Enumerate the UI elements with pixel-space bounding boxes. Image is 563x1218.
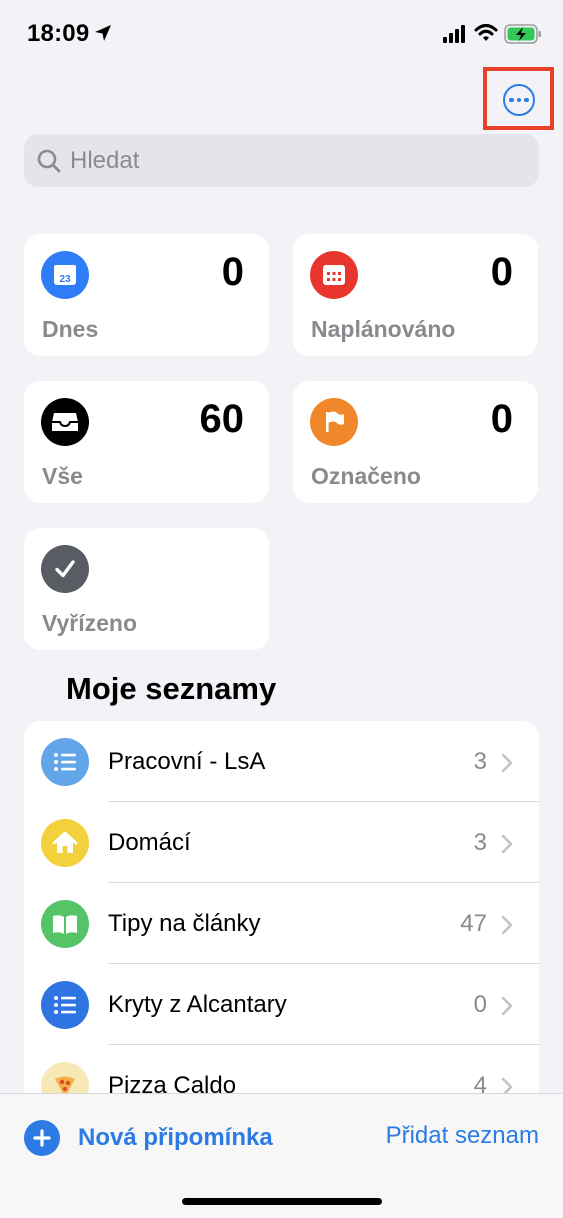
location-arrow-icon	[95, 25, 111, 41]
chevron-right-icon	[501, 834, 513, 854]
calendar-grid-icon	[310, 251, 358, 299]
calendar-date-text: 23	[59, 274, 71, 285]
smart-list-completed[interactable]: Vyřízeno	[24, 528, 269, 650]
list-count: 0	[473, 991, 487, 1018]
book-icon	[41, 900, 89, 948]
chevron-right-icon	[501, 1077, 513, 1093]
calendar-icon: 23	[41, 251, 89, 299]
smart-list-flagged[interactable]: 0 Označeno	[293, 381, 538, 503]
list-count: 47	[460, 910, 487, 937]
new-reminder-label: Nová připomínka	[78, 1124, 273, 1151]
my-lists-title: Moje seznamy	[66, 671, 277, 706]
battery-charging-icon	[504, 24, 541, 44]
smart-list-count: 60	[199, 397, 245, 441]
pizza-icon	[41, 1062, 89, 1093]
list-name: Tipy na články	[108, 910, 261, 937]
list-item-domaci[interactable]: Domácí 3	[24, 802, 539, 883]
chevron-right-icon	[501, 753, 513, 773]
smart-list-all[interactable]: 60 Vše	[24, 381, 269, 503]
smart-list-count: 0	[490, 250, 513, 294]
add-list-button[interactable]: Přidat seznam	[386, 1122, 539, 1150]
search-field[interactable]: Hledat	[24, 134, 539, 187]
list-count: 3	[473, 829, 487, 856]
smart-list-scheduled[interactable]: 0 Naplánováno	[293, 234, 538, 356]
chevron-right-icon	[501, 996, 513, 1016]
my-lists: Pracovní - LsA 3 Domácí 3 Tipy na články…	[24, 721, 539, 1093]
smart-list-label: Označeno	[311, 463, 421, 489]
list-name: Pizza Caldo	[108, 1072, 237, 1093]
tray-icon	[41, 398, 89, 446]
list-count: 4	[473, 1072, 487, 1093]
list-name: Pracovní - LsA	[108, 748, 266, 775]
search-icon	[37, 149, 61, 173]
ellipsis-icon	[509, 97, 514, 103]
smart-list-label: Naplánováno	[311, 316, 456, 342]
list-name: Domácí	[108, 829, 191, 856]
smart-list-count: 0	[490, 397, 513, 441]
list-item-pracovni[interactable]: Pracovní - LsA 3	[24, 721, 539, 802]
list-item-tipy[interactable]: Tipy na články 47	[24, 883, 539, 964]
plus-icon	[24, 1120, 60, 1156]
list-item-kryty[interactable]: Kryty z Alcantary 0	[24, 964, 539, 1045]
status-bar: 18:09	[0, 0, 563, 70]
status-time: 18:09	[27, 20, 90, 47]
search-placeholder: Hledat	[70, 147, 140, 174]
chevron-right-icon	[501, 915, 513, 935]
list-count: 3	[473, 748, 487, 775]
list-icon	[41, 981, 89, 1029]
new-reminder-button[interactable]: Nová připomínka	[24, 1118, 273, 1158]
smart-list-count: 0	[221, 250, 244, 294]
list-icon	[41, 738, 89, 786]
cellular-signal-icon	[443, 25, 465, 43]
checkmark-icon	[41, 545, 89, 593]
smart-list-label: Vše	[42, 463, 83, 489]
list-item-pizza[interactable]: Pizza Caldo 4	[24, 1045, 539, 1093]
smart-list-label: Vyřízeno	[42, 610, 138, 636]
house-icon	[41, 819, 89, 867]
more-options-button[interactable]	[503, 84, 535, 116]
wifi-icon	[474, 24, 498, 41]
smart-list-label: Dnes	[42, 316, 99, 342]
home-indicator	[182, 1198, 382, 1205]
smart-list-today[interactable]: 23 0 Dnes	[24, 234, 269, 356]
flag-icon	[310, 398, 358, 446]
list-name: Kryty z Alcantary	[108, 991, 287, 1018]
